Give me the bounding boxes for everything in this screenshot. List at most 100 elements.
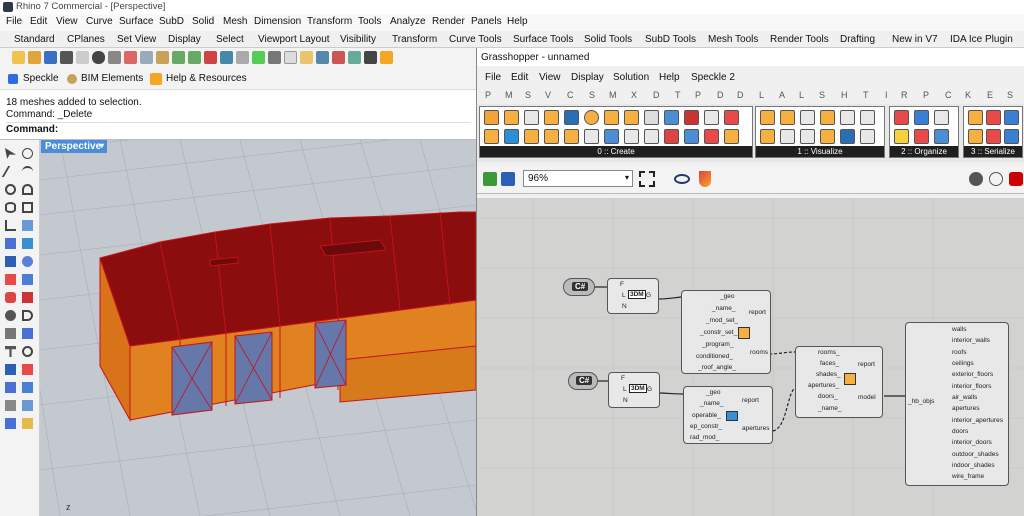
menu-tools[interactable]: Tools xyxy=(358,16,381,27)
render-icon[interactable] xyxy=(316,51,329,64)
shade-icon[interactable] xyxy=(348,51,361,64)
mesh-icon[interactable] xyxy=(5,274,16,285)
help-resources-label[interactable]: Help & Resources xyxy=(166,73,247,84)
hb-deconstruct-model[interactable]: _hb_objs walls interior_walls roofs ceil… xyxy=(905,322,1009,486)
room-from-solid-icon[interactable] xyxy=(484,129,499,144)
polyline-icon[interactable] xyxy=(22,166,33,177)
line-icon[interactable] xyxy=(1,166,20,177)
hatch-icon[interactable] xyxy=(644,129,659,144)
options-icon[interactable] xyxy=(364,51,377,64)
zoom-field[interactable]: 96% ▾ xyxy=(523,170,633,187)
menu-panels[interactable]: Panels xyxy=(471,16,502,27)
deserialize-icon[interactable] xyxy=(986,110,1001,125)
tab-render-tools[interactable]: Render Tools xyxy=(770,34,829,45)
bim-elements-label[interactable]: BIM Elements xyxy=(81,73,143,84)
split-icon[interactable] xyxy=(22,328,33,339)
attr-icon[interactable] xyxy=(800,110,815,125)
dimension-icon[interactable] xyxy=(22,418,33,429)
gh-menu-speckle[interactable]: Speckle 2 xyxy=(691,72,735,83)
gh-menu-display[interactable]: Display xyxy=(571,72,604,83)
save-icon[interactable] xyxy=(44,51,57,64)
csharp-script-2[interactable]: C# xyxy=(568,372,598,390)
rotate-icon[interactable] xyxy=(22,346,33,357)
menu-subd[interactable]: SubD xyxy=(159,16,184,27)
box-icon[interactable] xyxy=(5,256,16,267)
tab-set-view[interactable]: Set View xyxy=(117,34,156,45)
hb-room-component[interactable]: _geo _name_ _mod_set_ _constr_set_ _prog… xyxy=(681,290,771,374)
house-icon[interactable] xyxy=(760,110,775,125)
offset-icon[interactable] xyxy=(22,310,33,321)
menu-view[interactable]: View xyxy=(56,16,78,27)
move-icon[interactable] xyxy=(684,129,699,144)
gh-tab[interactable]: S xyxy=(819,90,825,100)
tab-transform[interactable]: Transform xyxy=(392,34,437,45)
menu-curve[interactable]: Curve xyxy=(86,16,113,27)
bim-elements-icon[interactable] xyxy=(67,74,77,84)
menu-mesh[interactable]: Mesh xyxy=(223,16,247,27)
color-icon[interactable] xyxy=(704,129,719,144)
csharp-script-1[interactable]: C# xyxy=(563,278,595,296)
stairs-icon[interactable] xyxy=(664,110,679,125)
new-file-icon[interactable] xyxy=(12,51,25,64)
render-preview-icon[interactable] xyxy=(969,172,983,186)
block-icon[interactable] xyxy=(22,400,33,411)
grid-color-icon[interactable] xyxy=(914,110,929,125)
arc-icon[interactable] xyxy=(22,184,33,195)
gh-tab[interactable]: S xyxy=(589,90,595,100)
house-attr-2-icon[interactable] xyxy=(820,129,835,144)
gh-menu-help[interactable]: Help xyxy=(659,72,680,83)
group-icon[interactable] xyxy=(5,400,16,411)
perspective-viewport[interactable]: z xyxy=(40,140,476,516)
mesh-box-icon[interactable] xyxy=(22,274,33,285)
tab-visibility[interactable]: Visibility xyxy=(340,34,376,45)
door-icon[interactable] xyxy=(604,110,619,125)
pen-icon[interactable] xyxy=(664,129,679,144)
gh-tab[interactable]: C xyxy=(567,90,574,100)
menu-surface[interactable]: Surface xyxy=(119,16,153,27)
import-3dm-2[interactable]: F L N 3DM G xyxy=(608,372,660,408)
zoom-extents-icon[interactable] xyxy=(252,51,265,64)
wire-preview-icon[interactable] xyxy=(989,172,1003,186)
hb-model-component[interactable]: rooms_ faces_ shades_ apertures_ doors_ … xyxy=(795,346,883,418)
polygon-icon[interactable] xyxy=(5,220,16,231)
gh-tab[interactable]: D xyxy=(737,90,744,100)
gh-tab[interactable]: V xyxy=(545,90,551,100)
export-icon[interactable] xyxy=(1004,110,1019,125)
gh-tab[interactable]: H xyxy=(841,90,848,100)
cross-2-icon[interactable] xyxy=(934,129,949,144)
gh-tab[interactable]: X xyxy=(631,90,637,100)
gh-tab[interactable]: D xyxy=(653,90,660,100)
room-solid-icon[interactable] xyxy=(504,110,519,125)
gh-tab[interactable]: I xyxy=(885,90,888,100)
menu-dimension[interactable]: Dimension xyxy=(254,16,301,27)
gh-menu-file[interactable]: File xyxy=(485,72,501,83)
house-attr-icon[interactable] xyxy=(820,110,835,125)
rectangle-icon[interactable] xyxy=(22,202,33,213)
tab-viewport-layout[interactable]: Viewport Layout xyxy=(258,34,330,45)
gh-tab[interactable]: D xyxy=(717,90,724,100)
organize-icon[interactable] xyxy=(894,110,909,125)
menu-help[interactable]: Help xyxy=(507,16,528,27)
viewport-dropdown-icon[interactable]: ▾ xyxy=(100,141,104,150)
array-icon[interactable] xyxy=(5,364,16,375)
extrude-icon[interactable] xyxy=(22,238,33,249)
light-icon[interactable] xyxy=(300,51,313,64)
wire-house-icon[interactable] xyxy=(840,110,855,125)
boolean-icon[interactable] xyxy=(22,292,33,303)
pan-icon[interactable] xyxy=(204,51,217,64)
json-icon[interactable] xyxy=(1004,129,1019,144)
circle-icon[interactable] xyxy=(5,184,16,195)
preview-eye-icon[interactable] xyxy=(674,174,690,184)
window-icon[interactable] xyxy=(564,110,579,125)
gh-tab[interactable]: S xyxy=(1007,90,1013,100)
menu-file[interactable]: File xyxy=(6,16,22,27)
no-entry-icon[interactable] xyxy=(684,110,699,125)
room-grid-icon[interactable] xyxy=(504,129,519,144)
gh-tab[interactable]: M xyxy=(609,90,617,100)
edit-icon[interactable] xyxy=(724,129,739,144)
dump-icon[interactable] xyxy=(968,129,983,144)
point-icon[interactable] xyxy=(22,148,33,159)
open-folder-icon[interactable] xyxy=(28,51,41,64)
chevron-down-icon[interactable]: ▾ xyxy=(625,173,629,182)
tab-ida-ice-plugin[interactable]: IDA Ice Plugin xyxy=(950,34,1013,45)
